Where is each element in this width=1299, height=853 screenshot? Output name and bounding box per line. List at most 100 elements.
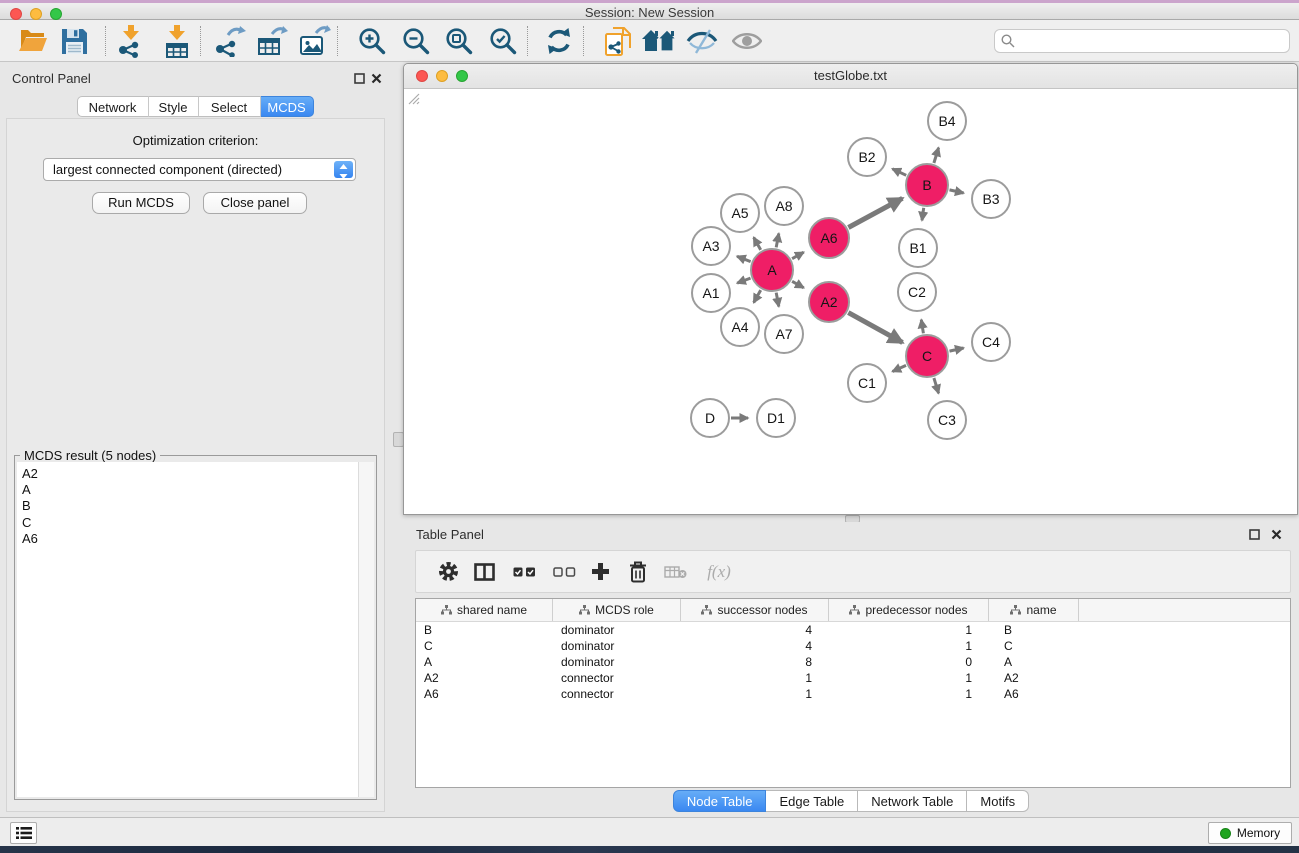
graph-edge-B-B2[interactable]: [892, 169, 906, 176]
graph-node-C4[interactable]: C4: [972, 323, 1010, 361]
column-header-successor-nodes[interactable]: successor nodes: [681, 599, 829, 621]
graph-edge-A-A1[interactable]: [737, 278, 750, 283]
table-cell[interactable]: A2: [989, 670, 1079, 686]
export-table-button[interactable]: [255, 24, 289, 58]
graph-node-D1[interactable]: D1: [757, 399, 795, 437]
table-cell[interactable]: B: [989, 622, 1079, 638]
graph-node-B1[interactable]: B1: [899, 229, 937, 267]
graph-edge-C-C1[interactable]: [893, 365, 907, 371]
close-panel-icon[interactable]: [371, 73, 382, 84]
table-cell[interactable]: connector: [553, 670, 681, 686]
table-cell[interactable]: A: [416, 654, 553, 670]
float-panel-icon[interactable]: [354, 73, 365, 84]
graph-edge-A-A8[interactable]: [776, 234, 779, 248]
table-row[interactable]: A2connector11A2: [416, 670, 1290, 686]
tab-network[interactable]: Network: [77, 96, 149, 117]
table-cell[interactable]: 8: [681, 654, 829, 670]
show-columns-button[interactable]: [469, 551, 499, 592]
graph-edge-B-B1[interactable]: [922, 208, 924, 221]
table-cell[interactable]: 1: [829, 670, 989, 686]
table-cell[interactable]: connector: [553, 686, 681, 702]
graph-node-B4[interactable]: B4: [928, 102, 966, 140]
graph-edge-B-B3[interactable]: [950, 190, 964, 193]
run-mcds-button[interactable]: Run MCDS: [92, 192, 190, 214]
table-cell[interactable]: A6: [989, 686, 1079, 702]
criterion-select[interactable]: largest connected component (directed): [43, 158, 356, 181]
import-network-button[interactable]: [114, 24, 148, 58]
graph-node-A6[interactable]: A6: [809, 218, 849, 258]
graph-node-A1[interactable]: A1: [692, 274, 730, 312]
export-network-button[interactable]: [213, 24, 247, 58]
close-panel-button[interactable]: Close panel: [203, 192, 307, 214]
graph-node-C[interactable]: C: [906, 335, 948, 377]
close-table-panel-icon[interactable]: [1271, 529, 1282, 540]
task-history-button[interactable]: [10, 822, 37, 844]
graph-node-C2[interactable]: C2: [898, 273, 936, 311]
mcds-result-item[interactable]: A2: [17, 466, 359, 482]
mcds-result-scrollbar[interactable]: [358, 462, 374, 797]
table-cell[interactable]: 4: [681, 638, 829, 654]
copy-network-button[interactable]: [601, 24, 635, 58]
home-layout-button[interactable]: [642, 24, 676, 58]
graph-edge-A6-B[interactable]: [848, 198, 902, 227]
graph-node-C1[interactable]: C1: [848, 364, 886, 402]
tab-edge-table[interactable]: Edge Table: [766, 790, 858, 812]
mcds-result-item[interactable]: A6: [17, 531, 359, 547]
search-input[interactable]: [994, 29, 1290, 53]
graph-node-C3[interactable]: C3: [928, 401, 966, 439]
graph-edge-A-A3[interactable]: [737, 256, 751, 261]
table-row[interactable]: Adominator80A: [416, 654, 1290, 670]
add-button[interactable]: [585, 551, 615, 592]
table-settings-button[interactable]: [433, 551, 463, 592]
table-cell[interactable]: 0: [829, 654, 989, 670]
table-cell[interactable]: B: [416, 622, 553, 638]
table-cell[interactable]: A6: [416, 686, 553, 702]
tab-network-table[interactable]: Network Table: [858, 790, 967, 812]
graph-edge-A2-C[interactable]: [848, 313, 902, 343]
zoom-out-button[interactable]: [399, 24, 433, 58]
graph-node-A5[interactable]: A5: [721, 194, 759, 232]
tab-style[interactable]: Style: [149, 96, 199, 117]
table-row[interactable]: A6connector11A6: [416, 686, 1290, 702]
graph-edge-A-A7[interactable]: [776, 293, 779, 307]
table-cell[interactable]: 1: [829, 622, 989, 638]
graph-edge-B-B4[interactable]: [934, 148, 939, 163]
graph-node-A4[interactable]: A4: [721, 308, 759, 346]
select-all-button[interactable]: [509, 551, 539, 592]
graph-node-A3[interactable]: A3: [692, 227, 730, 265]
graph-edge-A-A6[interactable]: [792, 252, 804, 259]
tab-motifs[interactable]: Motifs: [967, 790, 1029, 812]
table-cell[interactable]: dominator: [553, 622, 681, 638]
save-session-button[interactable]: [57, 24, 91, 58]
memory-button[interactable]: Memory: [1208, 822, 1292, 844]
graph-edge-C-C2[interactable]: [921, 320, 923, 334]
mcds-result-item[interactable]: B: [17, 498, 359, 514]
column-header-name[interactable]: name: [989, 599, 1079, 621]
window-resize-grip[interactable]: [404, 89, 420, 105]
graph-node-A2[interactable]: A2: [809, 282, 849, 322]
graph-node-D[interactable]: D: [691, 399, 729, 437]
tab-mcds[interactable]: MCDS: [261, 96, 314, 117]
zoom-fit-button[interactable]: [442, 24, 476, 58]
table-cell[interactable]: 1: [681, 670, 829, 686]
tab-node-table[interactable]: Node Table: [673, 790, 767, 812]
show-eye-button[interactable]: [730, 24, 764, 58]
hide-panels-button[interactable]: [685, 24, 719, 58]
delete-button[interactable]: [623, 551, 653, 592]
graph-node-B[interactable]: B: [906, 164, 948, 206]
open-session-button[interactable]: [16, 24, 50, 58]
table-cell[interactable]: dominator: [553, 654, 681, 670]
graph-edge-A-A5[interactable]: [754, 237, 761, 250]
column-header-shared-name[interactable]: shared name: [416, 599, 553, 621]
table-cell[interactable]: 1: [829, 638, 989, 654]
graph-node-B3[interactable]: B3: [972, 180, 1010, 218]
network-canvas[interactable]: B4B2BB3A5A8A6A3AB1A1C2A2A4A7C4CC1DD1C3: [404, 89, 1297, 514]
import-table-button[interactable]: [160, 24, 194, 58]
graph-edge-C-C4[interactable]: [950, 348, 964, 351]
graph-node-A7[interactable]: A7: [765, 315, 803, 353]
deselect-all-button[interactable]: [549, 551, 579, 592]
table-cell[interactable]: A2: [416, 670, 553, 686]
zoom-selected-button[interactable]: [486, 24, 520, 58]
table-row[interactable]: Cdominator41C: [416, 638, 1290, 654]
graph-edge-C-C3[interactable]: [934, 378, 939, 393]
